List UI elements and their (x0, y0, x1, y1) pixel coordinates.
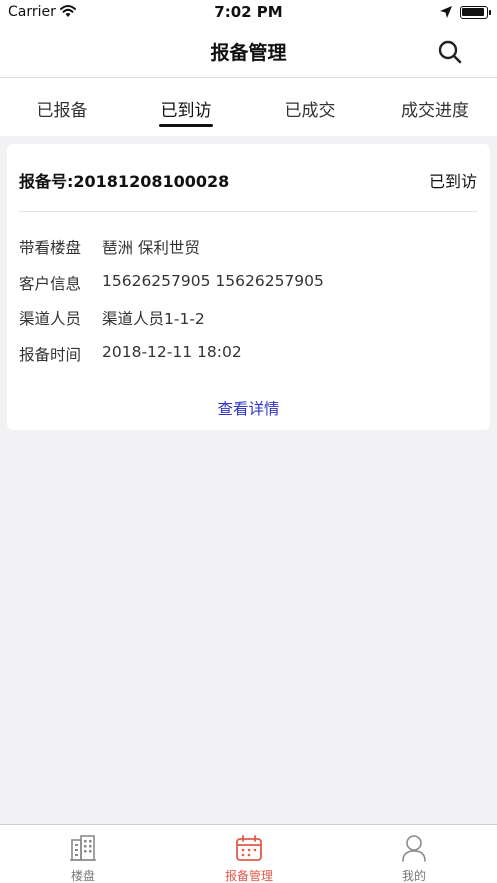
battery-icon (460, 6, 491, 19)
divider (19, 211, 478, 212)
location-arrow-icon (440, 6, 452, 18)
tab-bar: 已报备 已到访 已成交 成交进度 (0, 78, 497, 136)
tab-closed[interactable]: 已成交 (248, 78, 372, 136)
tab-label: 已到访 (160, 101, 212, 121)
tab-visited[interactable]: 已到访 (124, 78, 248, 136)
bottom-tab-mine[interactable]: 我的 (331, 825, 497, 883)
report-card: 报备号:20181208100028 已到访 带看楼盘 琶洲 保利世贸 客户信息… (7, 144, 490, 430)
bottom-tab-report-management[interactable]: 报备管理 (166, 825, 332, 883)
report-number: 报备号:20181208100028 (19, 172, 230, 191)
info-value: 琶洲 保利世贸 (102, 239, 200, 257)
bottom-tab-bar: 楼盘 报备管理 我的 (0, 824, 497, 883)
bottom-tab-label: 楼盘 (70, 869, 95, 883)
page-title: 报备管理 (210, 42, 287, 64)
info-value: 2018-12-11 18:02 (102, 343, 242, 361)
tab-label: 成交进度 (401, 101, 469, 121)
view-details-link[interactable]: 查看详情 (7, 397, 490, 419)
bottom-tab-buildings[interactable]: 楼盘 (0, 825, 166, 883)
info-label: 渠道人员 (19, 310, 82, 328)
search-button[interactable] (436, 38, 464, 66)
info-label: 客户信息 (19, 275, 82, 293)
info-label: 带看楼盘 (19, 239, 82, 257)
tab-reported[interactable]: 已报备 (0, 78, 124, 136)
tab-label: 已成交 (284, 101, 336, 121)
tab-progress[interactable]: 成交进度 (373, 78, 497, 136)
active-tab-indicator (159, 124, 213, 127)
info-label: 报备时间 (19, 346, 82, 364)
user-icon (402, 835, 426, 862)
nav-bar: 报备管理 (0, 26, 497, 78)
search-icon (438, 40, 462, 64)
status-time: 7:02 PM (214, 3, 283, 21)
info-value: 15626257905 15626257905 (102, 272, 324, 290)
building-icon (70, 835, 96, 861)
status-bar: Carrier 7:02 PM (0, 0, 497, 26)
bottom-tab-label: 报备管理 (224, 869, 273, 883)
tab-label: 已报备 (36, 101, 88, 121)
info-value: 渠道人员1-1-2 (102, 310, 205, 328)
bottom-tab-label: 我的 (401, 869, 426, 883)
calendar-icon (236, 835, 262, 861)
status-badge: 已到访 (428, 172, 477, 191)
